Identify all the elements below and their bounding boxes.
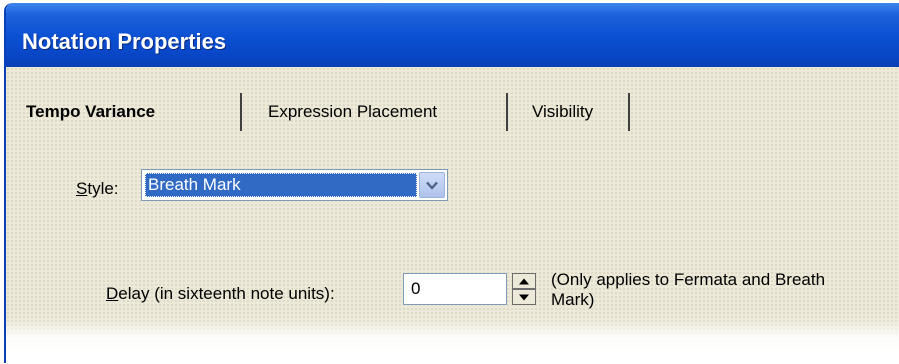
triangle-down-icon: [519, 294, 529, 300]
dialog-body: Tempo Variance Expression Placement Visi…: [6, 67, 899, 363]
triangle-up-icon: [519, 278, 529, 284]
delay-input[interactable]: 0: [403, 273, 507, 305]
delay-spinner: [512, 273, 536, 305]
dropdown-button[interactable]: [419, 172, 445, 198]
style-label: Style:: [76, 179, 119, 198]
style-dropdown[interactable]: Breath Mark: [141, 169, 448, 201]
title-bar[interactable]: Notation Properties: [6, 3, 899, 67]
tab-label: Visibility: [532, 102, 594, 121]
delay-note-line-1: (Only applies to Fermata and Breath: [551, 270, 826, 289]
chevron-down-icon: [426, 181, 438, 190]
tab-expression-placement[interactable]: Expression Placement: [242, 93, 508, 131]
tab-visibility[interactable]: Visibility: [508, 93, 630, 131]
tab-label: Expression Placement: [268, 102, 438, 121]
delay-note-line-2: Mark): [551, 290, 595, 309]
tab-label: Tempo Variance: [26, 102, 156, 121]
dialog-window: Notation Properties Tempo Variance Expre…: [4, 3, 899, 363]
spin-up-button[interactable]: [512, 273, 536, 289]
bottom-fade: [6, 317, 899, 363]
tab-tempo-variance[interactable]: Tempo Variance: [26, 93, 242, 131]
window-title: Notation Properties: [22, 29, 227, 54]
style-selected-value: Breath Mark: [145, 173, 417, 197]
delay-label: Delay (in sixteenth note units):: [106, 284, 335, 303]
delay-note: (Only applies to Fermata and Breath Mark…: [551, 270, 899, 310]
spin-down-button[interactable]: [512, 289, 536, 305]
